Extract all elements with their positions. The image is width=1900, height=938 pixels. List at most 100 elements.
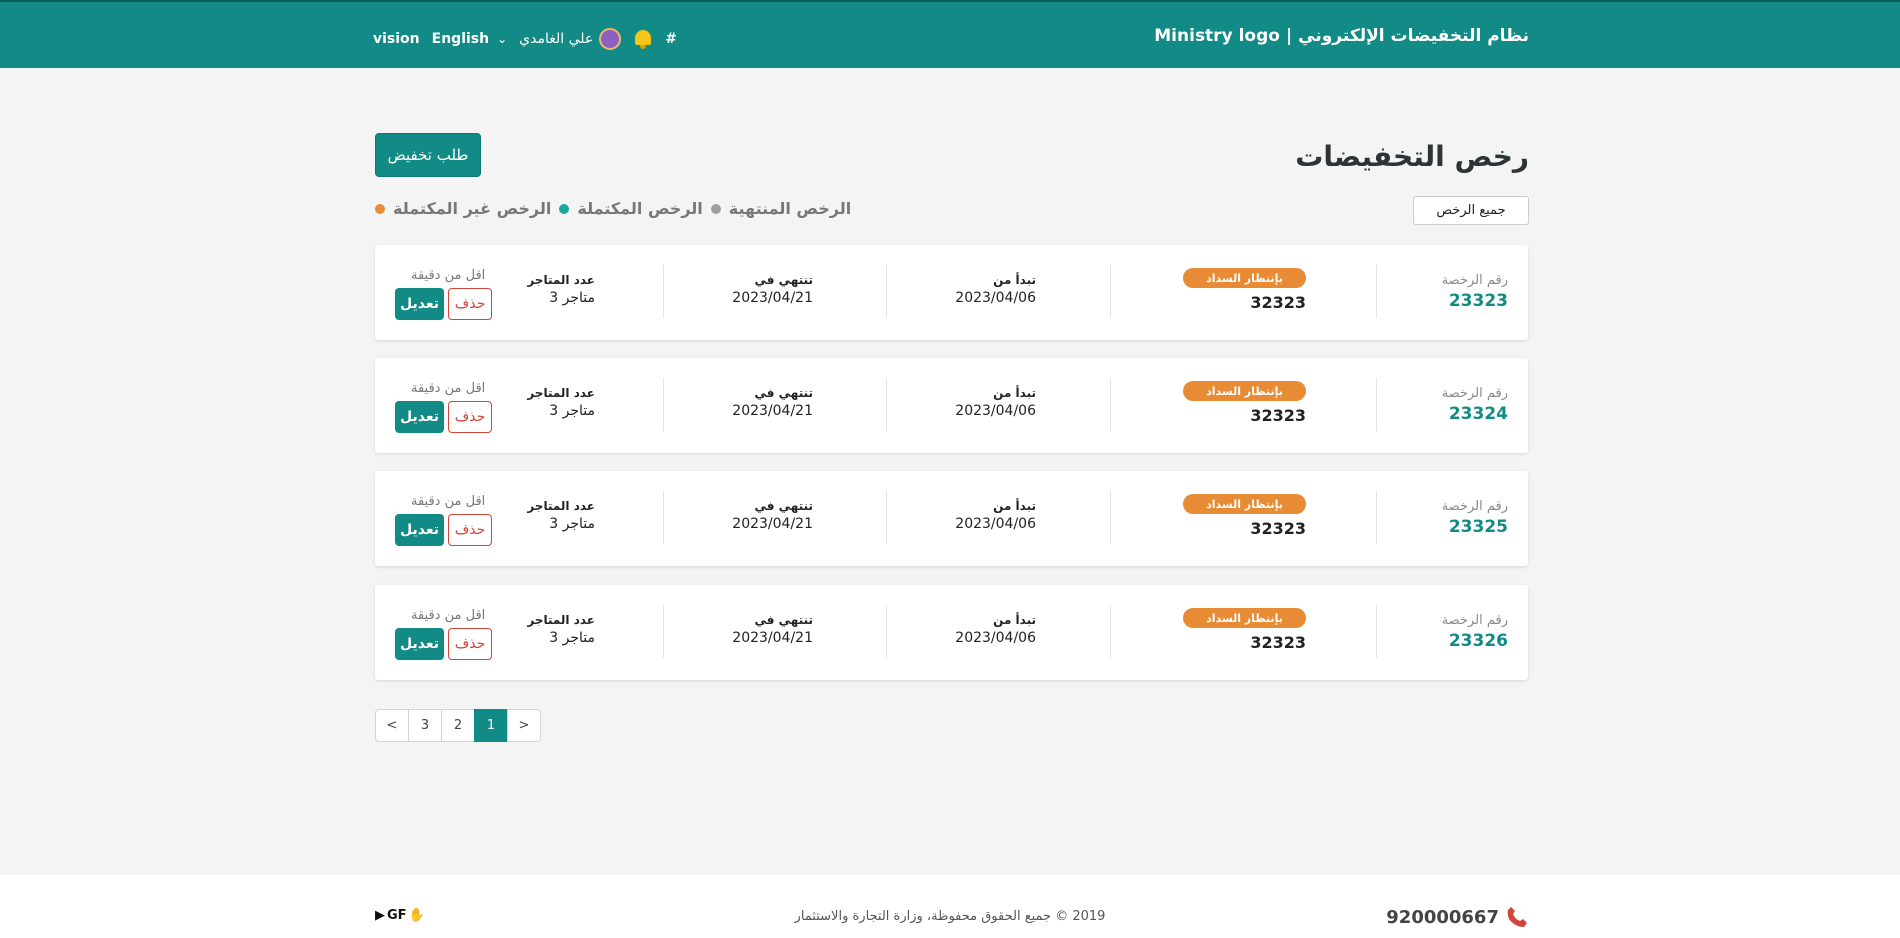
license-code: 32323 [1250,293,1306,312]
end-date: 2023/04/21 [732,290,813,306]
ministry-logo[interactable]: Ministry logo [1154,26,1280,46]
delete-button[interactable]: حذف [448,401,492,433]
stores-count: 3 متاجر [549,516,595,532]
legend-item-complete[interactable]: الرخص المكتملة [559,199,703,218]
divider [1376,378,1377,431]
end-label: تنتهي في [754,613,813,627]
edit-button[interactable]: تعديل [395,288,444,320]
end-date: 2023/04/21 [732,516,813,532]
request-discount-button[interactable]: طلب تخفيض [375,133,481,177]
divider [1110,605,1111,658]
stores-label: عدد المتاجر [527,386,595,400]
footer: 2019 © جميع الحقوق محفوظة، وزارة التجارة… [0,875,1900,938]
app-title: نظام التخفيضات الإلكتروني [1298,26,1529,46]
license-number[interactable]: 23324 [1449,404,1508,424]
legend-item-incomplete[interactable]: الرخص غير المكتملة [375,199,551,218]
bell-icon[interactable] [633,28,653,50]
top-navbar: نظام التخفيضات الإلكتروني | Ministry log… [0,0,1900,68]
legend-label: الرخص غير المكتملة [393,199,552,218]
license-number[interactable]: 23326 [1449,631,1508,651]
language-switch[interactable]: English [432,31,489,47]
start-date: 2023/04/06 [955,630,1036,646]
start-date: 2023/04/06 [955,403,1036,419]
license-number-label: رقم الرخصة [1441,613,1508,628]
start-label: تبدأ من [993,613,1036,627]
end-label: تنتهي في [754,499,813,513]
license-number[interactable]: 23325 [1449,517,1508,537]
updated-time: اقل من دقيقة [411,494,486,509]
status-badge: بإنتظار السداد [1183,494,1306,514]
stores-count: 3 متاجر [549,403,595,419]
phone-contact[interactable]: 920000667 [1386,905,1529,929]
divider [1376,491,1377,544]
delete-button[interactable]: حذف [448,514,492,546]
chevron-down-icon[interactable]: ⌄ [497,32,507,46]
brand-separator: | [1285,26,1293,46]
pagination-page-3[interactable]: 3 [408,709,442,742]
divider [663,265,664,318]
status-badge: بإنتظار السداد [1183,381,1306,401]
start-label: تبدأ من [993,499,1036,513]
avatar[interactable] [599,28,622,50]
divider [886,491,887,544]
license-code: 32323 [1250,519,1306,538]
pagination-page-1[interactable]: 1 [474,709,508,742]
stores-label: عدد المتاجر [527,499,595,513]
legend-item-expired[interactable]: الرخص المنتهية [710,199,851,218]
delete-button[interactable]: حذف [448,288,492,320]
pagination-page-2[interactable]: 2 [441,709,475,742]
license-card: رقم الرخصة 23326 بإنتظار السداد 32323 تب… [375,585,1528,680]
edit-button[interactable]: تعديل [395,628,444,660]
end-label: تنتهي في [754,386,813,400]
divider [1110,265,1111,318]
phone-number: 920000667 [1386,906,1499,928]
license-card: رقم الرخصة 23323 بإنتظار السداد 32323 تب… [375,245,1528,340]
divider [1376,265,1377,318]
play-icon: ▶ [375,908,385,923]
license-number-label: رقم الرخصة [1441,273,1508,288]
divider [1110,378,1111,431]
license-code: 32323 [1250,633,1306,652]
legend-dot-teal [559,203,570,214]
header-actions: vision English ⌄ علي الغامدي # [373,28,677,50]
start-date: 2023/04/06 [955,290,1036,306]
license-card: رقم الرخصة 23324 بإنتظار السداد 32323 تب… [375,358,1528,453]
license-number[interactable]: 23323 [1449,291,1508,311]
end-date: 2023/04/21 [732,630,813,646]
pagination-next[interactable]: > [507,709,541,742]
divider [886,605,887,658]
start-label: تبدأ من [993,273,1036,287]
status-legend: الرخص غير المكتملة الرخص المكتملة الرخص … [375,199,851,218]
start-date: 2023/04/06 [955,516,1036,532]
legend-dot-orange [375,203,385,214]
stores-label: عدد المتاجر [527,273,595,287]
pagination-prev[interactable]: < [375,709,409,742]
delete-button[interactable]: حذف [448,628,492,660]
legend-dot-gray [710,203,721,214]
page-title: رخص التخفيضات [1295,140,1529,173]
stores-count: 3 متاجر [549,290,595,306]
license-number-label: رقم الرخصة [1441,499,1508,514]
license-code: 32323 [1250,406,1306,425]
divider [886,378,887,431]
divider [1110,491,1111,544]
all-licenses-dropdown[interactable]: جميع الرخص [1413,196,1529,225]
edit-button[interactable]: تعديل [395,514,444,546]
divider [663,605,664,658]
vision-link[interactable]: vision [373,31,420,47]
copyright-text: 2019 © جميع الحقوق محفوظة، وزارة التجارة… [794,909,1106,924]
updated-time: اقل من دقيقة [411,608,486,623]
updated-time: اقل من دقيقة [411,381,486,396]
license-card: رقم الرخصة 23325 بإنتظار السداد 32323 تب… [375,471,1528,566]
stores-label: عدد المتاجر [527,613,595,627]
divider [1376,605,1377,658]
divider [886,265,887,318]
start-label: تبدأ من [993,386,1036,400]
edit-button[interactable]: تعديل [395,401,444,433]
license-number-label: رقم الرخصة [1441,386,1508,401]
hash-icon[interactable]: # [665,31,677,47]
end-date: 2023/04/21 [732,403,813,419]
user-menu[interactable]: علي الغامدي [519,28,622,50]
legend-label: الرخص المكتملة [577,199,703,218]
phone-icon [1505,905,1529,929]
